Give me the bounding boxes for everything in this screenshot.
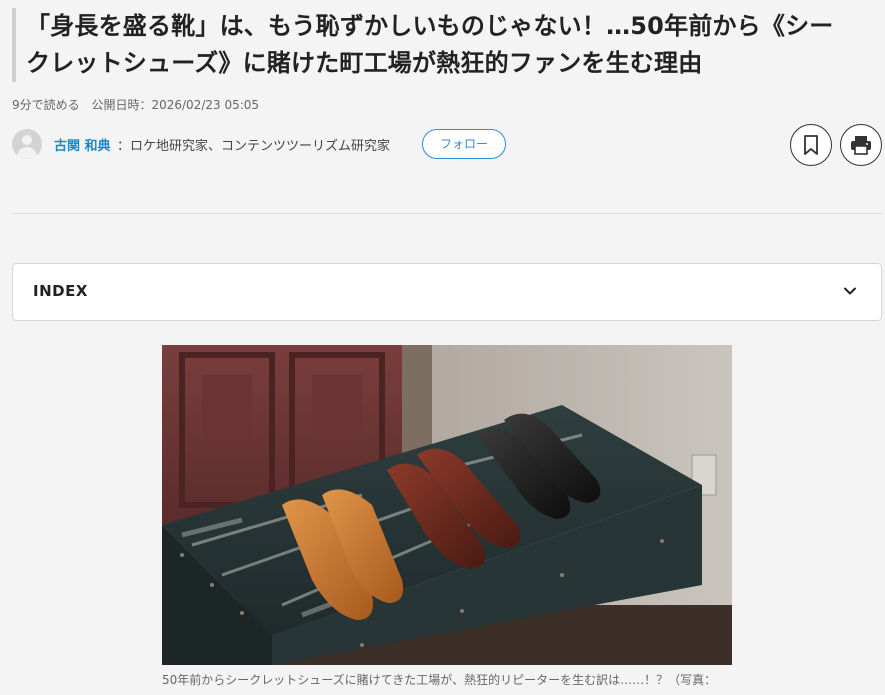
author-name-link[interactable]: 古関 和典: [54, 135, 111, 154]
follow-button[interactable]: フォロー: [422, 129, 506, 159]
photo-caption: 50年前からシークレットシューズに賭けてきた工場が、熱狂的リピーターを生む訳は……: [162, 673, 717, 687]
chevron-down-icon: [844, 287, 856, 295]
print-button[interactable]: [840, 124, 882, 166]
article-title-block: 「身長を盛る靴」は、もう恥ずかしいものじゃない！…50年前から《シー クレットシ…: [12, 8, 877, 82]
divider: [12, 213, 882, 214]
bookmark-icon: [804, 135, 818, 155]
author-title: ：ロケ地研究家、コンテンツツーリズム研究家: [117, 139, 391, 154]
bookmark-button[interactable]: [790, 124, 832, 166]
index-label: INDEX: [33, 282, 88, 300]
publish-date: 公開日時：2026/02/23 05:05: [91, 98, 260, 112]
article-meta: 9分で読める 公開日時：2026/02/23 05:05: [12, 96, 267, 113]
article-title-line-1: 「身長を盛る靴」は、もう恥ずかしいものじゃない！…50年前から《シー: [26, 12, 834, 40]
user-avatar-icon[interactable]: [12, 129, 42, 159]
article-photo: [162, 345, 732, 665]
index-toggle[interactable]: INDEX: [12, 263, 882, 321]
print-icon: [851, 136, 871, 155]
read-time: 9分で読める: [12, 98, 80, 112]
author-row: 古関 和典 ：ロケ地研究家、コンテンツツーリズム研究家 フォロー: [12, 124, 882, 166]
article-title-line-2: クレットシューズ》に賭けた町工場が熱狂的ファンを生む理由: [26, 49, 703, 77]
